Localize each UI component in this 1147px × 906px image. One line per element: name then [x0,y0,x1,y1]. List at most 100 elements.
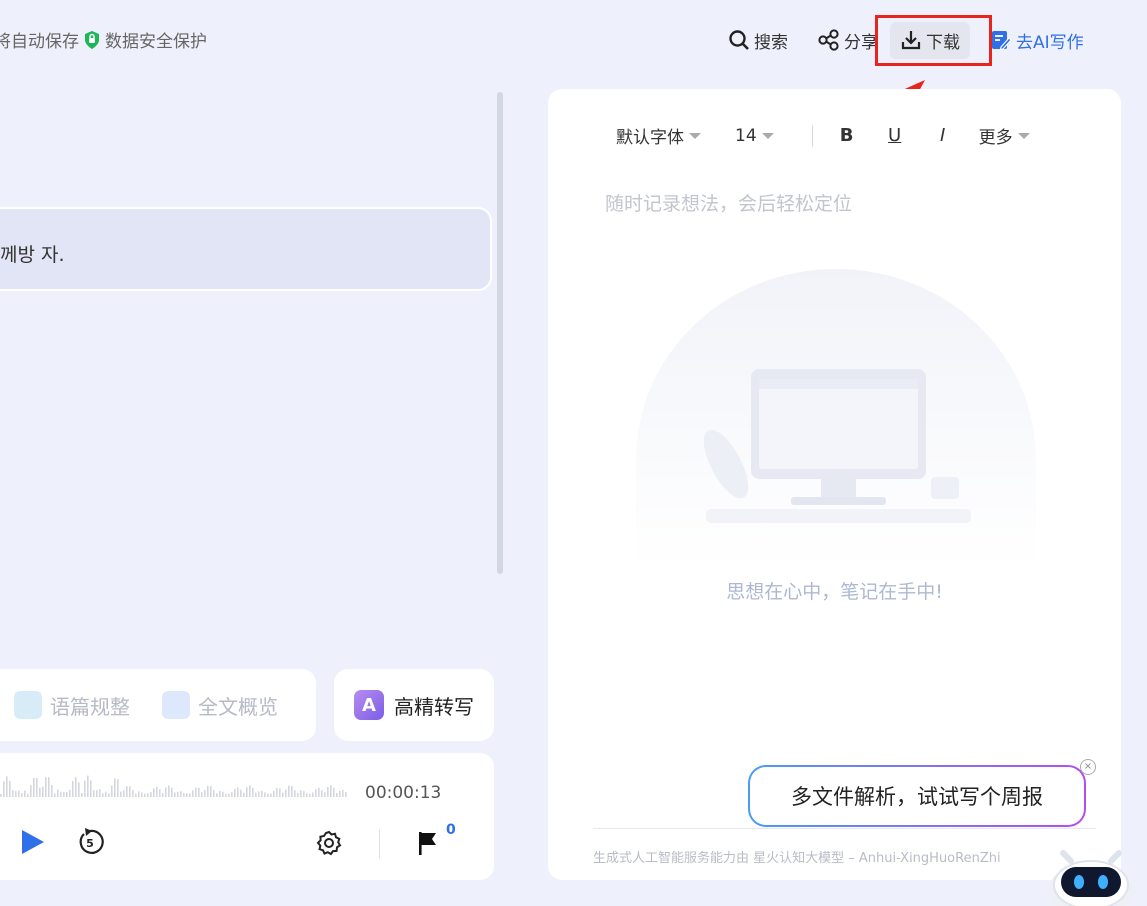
bold-button[interactable]: B [833,125,861,146]
paragraph-button[interactable]: 语篇规整 [14,691,130,720]
tools-bar: 语篇规整 全文概览 [0,669,316,741]
waveform-bar [249,785,251,797]
overview-button[interactable]: 全文概览 [162,691,278,720]
security-text: 数据安全保护 [105,32,207,52]
waveform-bar [174,792,176,797]
more-menu[interactable]: 更多 [979,123,1030,148]
waveform-bar [318,787,320,797]
waveform-bar [9,780,11,797]
close-icon[interactable]: × [1080,759,1096,775]
ai-write-button[interactable]: 去AI写作 [980,22,1094,59]
waveform-bar [45,777,47,797]
waveform-bar [303,791,305,797]
svg-text:5: 5 [86,837,94,850]
suggestion-chip[interactable]: 多文件解析，试试写个周报 [748,765,1086,827]
waveform-bar [63,792,65,797]
empty-state-text: 思想在心中，笔记在手中! [726,581,943,603]
waveform-bar [204,789,206,797]
font-label: 默认字体 [616,128,684,148]
hq-transcribe-label: 高精转写 [394,694,474,719]
ai-write-label: 去AI写作 [1016,32,1084,53]
waveform-bar [183,793,185,797]
waveform-bar [309,793,311,797]
waveform-bar [30,785,32,797]
suggestion-text: 多文件解析，试试写个周报 [750,767,1084,825]
waveform-bar [330,785,332,797]
overview-label: 全文概览 [198,694,278,719]
waveform-bar [81,792,83,797]
waveform-bar [54,793,56,797]
waveform-bar [198,787,200,797]
waveform-bar [48,777,50,797]
waveform-bar [102,793,104,797]
save-status: 将自动保存 数据安全保护 [0,27,207,52]
play-icon[interactable] [18,828,46,856]
waveform-bar [153,788,155,797]
assistant-robot-icon[interactable] [1047,845,1135,906]
waveform-bar [117,779,119,797]
empty-state-illustration [636,269,1036,569]
waveform[interactable] [0,771,350,797]
waveform-bar [15,791,17,797]
waveform-bar [333,787,335,797]
player-divider [379,829,380,859]
chevron-down-icon [1017,132,1030,139]
waveform-bar [120,791,122,797]
underline-button[interactable]: U [881,125,909,146]
flag-icon[interactable] [416,830,440,856]
size-select[interactable]: 14 [735,126,774,146]
waveform-bar [147,793,149,797]
search-button[interactable]: 搜索 [718,22,798,59]
autosave-text: 将自动保存 [0,32,79,52]
notes-panel: 默认字体 14 B U I 更多 随时记录想法，会后轻松定位 思想在心中，笔记在… [548,89,1121,880]
waveform-bar [159,789,161,797]
waveform-bar [312,792,314,797]
waveform-bar [126,786,128,797]
waveform-bar [78,782,80,797]
waveform-bar [216,793,218,797]
edit-icon [992,31,1012,51]
waveform-bar [258,791,260,797]
waveform-bar [339,790,341,797]
chevron-down-icon [761,132,774,139]
waveform-bar [18,790,20,797]
waveform-bar [192,790,194,797]
waveform-bar [276,787,278,797]
waveform-bar [141,792,143,797]
scrollbar[interactable] [497,92,503,574]
waveform-bar [342,790,344,797]
chevron-down-icon [689,132,701,139]
waveform-bar [234,788,236,797]
waveform-bar [186,793,188,797]
waveform-bar [267,793,269,797]
waveform-bar [168,785,170,797]
transcript-bubble[interactable] [0,207,492,291]
note-editor[interactable]: 随时记录想法，会后轻松定位 [605,189,852,216]
gear-icon[interactable] [316,830,342,856]
waveform-bar [189,793,191,797]
waveform-bar [84,780,86,797]
download-highlight-box [875,15,992,66]
rewind-5s-icon[interactable]: 5 [76,828,104,856]
waveform-bar [135,793,137,797]
waveform-bar [165,787,167,797]
hq-transcribe-button[interactable]: A 高精转写 [334,669,494,741]
waveform-bar [273,790,275,797]
waveform-bar [171,787,173,797]
waveform-bar [219,790,221,797]
waveform-bar [69,789,71,797]
waveform-bar [345,791,347,797]
italic-button[interactable]: I [929,125,957,146]
waveform-bar [138,791,140,797]
waveform-bar [213,790,215,797]
font-select[interactable]: 默认字体 [616,123,701,148]
waveform-bar [42,786,44,797]
waveform-bar [75,777,77,797]
waveform-bar [210,786,212,797]
waveform-bar [96,790,98,797]
waveform-bar [39,787,41,797]
waveform-bar [66,791,68,797]
waveform-bar [207,785,209,797]
share-label: 分享 [844,32,878,53]
waveform-bar [222,791,224,797]
